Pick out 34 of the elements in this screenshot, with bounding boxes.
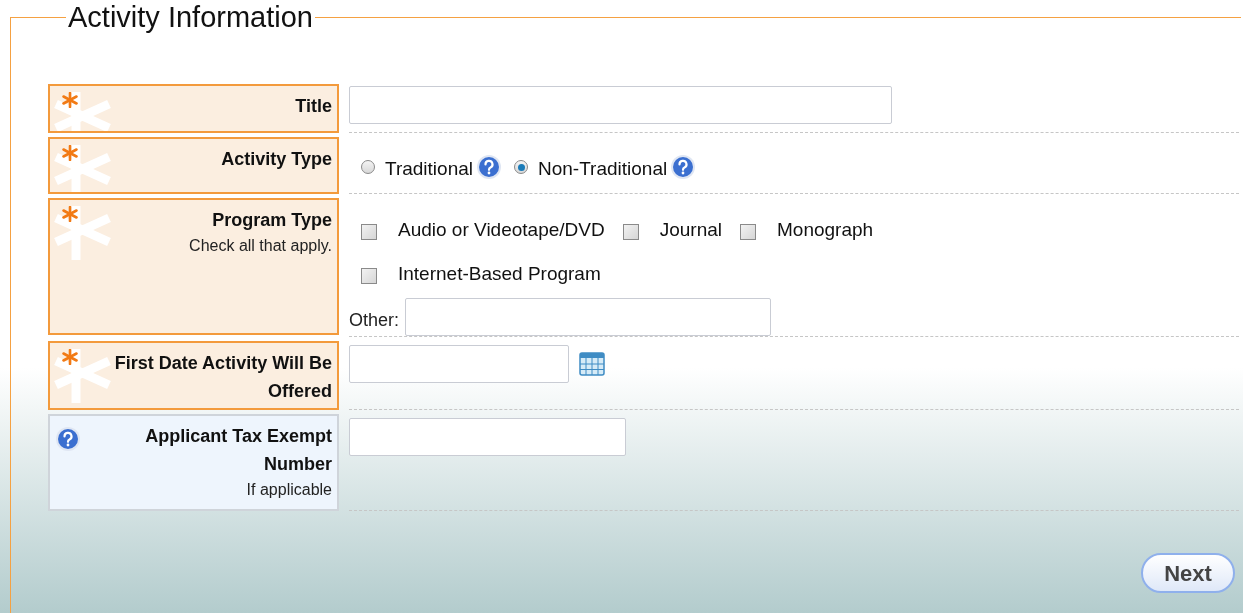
checkbox[interactable]: [740, 224, 756, 240]
field-label: First Date Activity Will Be Offered: [113, 352, 332, 403]
checkbox-label: Audio or Videotape/DVD: [398, 217, 605, 242]
checkbox-label: Internet-Based Program: [398, 261, 601, 286]
required-asterisk-icon: [62, 92, 78, 108]
checkbox-label: Journal: [659, 217, 722, 242]
field-label: Applicant Tax Exempt Number: [144, 425, 332, 476]
radio-label: Non-Traditional: [538, 157, 668, 181]
required-asterisk-icon: [62, 145, 78, 161]
other-label: Other:: [349, 308, 400, 332]
checkbox[interactable]: [622, 224, 639, 240]
required-asterisk-icon: [62, 349, 78, 365]
field-label: Activity Type: [220, 148, 332, 171]
field-label: Program Type: [211, 209, 332, 232]
field-label: Title: [294, 95, 332, 118]
checkbox[interactable]: [361, 224, 377, 240]
calendar-icon[interactable]: [579, 352, 605, 376]
checkbox-label: Monograph: [777, 217, 874, 242]
tax-number-input-field[interactable]: [349, 418, 626, 456]
section-title: Activity Information: [67, 0, 314, 34]
field-note: If applicable: [246, 480, 332, 500]
help-icon[interactable]: [55, 426, 81, 452]
radio-button[interactable]: [361, 160, 375, 175]
next-button[interactable]: Next: [1141, 553, 1235, 593]
help-icon[interactable]: [670, 154, 697, 181]
radio-label: Traditional: [385, 157, 473, 181]
date-input-field[interactable]: [349, 345, 569, 383]
required-asterisk-icon: [62, 206, 78, 222]
radio-button[interactable]: [514, 160, 528, 175]
field-note: Check all that apply.: [189, 236, 332, 256]
checkbox[interactable]: [361, 268, 377, 284]
title-input-field[interactable]: [349, 86, 892, 124]
other-input-field[interactable]: [405, 298, 772, 336]
help-icon[interactable]: [476, 154, 502, 181]
